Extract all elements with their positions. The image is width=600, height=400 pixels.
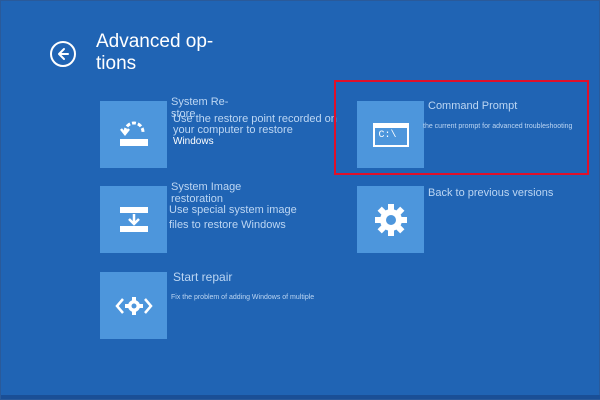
command-prompt-tile: C:\ <box>357 101 424 168</box>
system-image-desc-line2: files to restore Windows <box>169 219 286 231</box>
option-system-restore[interactable]: System Re- store Use the restore point r… <box>100 96 340 171</box>
system-image-title-line1: System Image <box>171 181 242 193</box>
command-prompt-title: Command Prompt <box>428 100 518 112</box>
system-restore-tile <box>100 101 167 168</box>
command-prompt-icon-text: C:\ <box>378 129 397 141</box>
start-repair-tile <box>100 272 167 339</box>
system-restore-desc-line2: your computer to restore <box>173 124 293 136</box>
option-start-repair[interactable]: Start repair Fix the problem of adding W… <box>100 270 340 342</box>
gear-icon <box>374 203 407 236</box>
page-title-line1: Advanced op- <box>96 31 214 52</box>
page-title: Advanced op- tions <box>96 31 236 75</box>
back-to-previous-title: Back to previous versions <box>428 187 554 199</box>
start-repair-title: Start repair <box>173 270 233 284</box>
back-arrow-icon <box>58 48 69 60</box>
option-command-prompt[interactable]: C:\ Command Prompt the current prompt fo… <box>357 100 587 171</box>
start-repair-description: Fix the problem of adding Windows of mul… <box>171 294 315 301</box>
system-image-tile <box>100 186 167 253</box>
command-prompt-description: the current prompt for advanced troubles… <box>423 123 573 130</box>
bottom-border <box>1 395 600 399</box>
system-restore-desc-line3: Windows <box>173 136 214 147</box>
system-image-desc-line1: Use special system image <box>169 204 297 216</box>
restore-icon <box>119 121 148 146</box>
repair-icon <box>114 296 153 315</box>
system-image-description: Use special system image files to restor… <box>169 203 297 233</box>
system-restore-description: Use the restore point recorded on your c… <box>173 114 337 148</box>
option-back-to-previous-versions[interactable]: Back to previous versions <box>357 186 587 256</box>
back-button[interactable] <box>50 41 76 67</box>
image-restore-icon <box>119 206 148 232</box>
back-to-previous-tile <box>357 186 424 253</box>
option-system-image-recovery[interactable]: System Image restoration Use special sys… <box>100 181 340 256</box>
advanced-options-screen: Advanced op- tions System Re- store Use … <box>0 0 600 400</box>
page-title-line2: tions <box>96 53 137 74</box>
command-prompt-icon: C:\ <box>372 122 409 147</box>
system-restore-title-line1: System Re- <box>171 96 229 108</box>
system-image-title: System Image restoration <box>171 181 241 205</box>
